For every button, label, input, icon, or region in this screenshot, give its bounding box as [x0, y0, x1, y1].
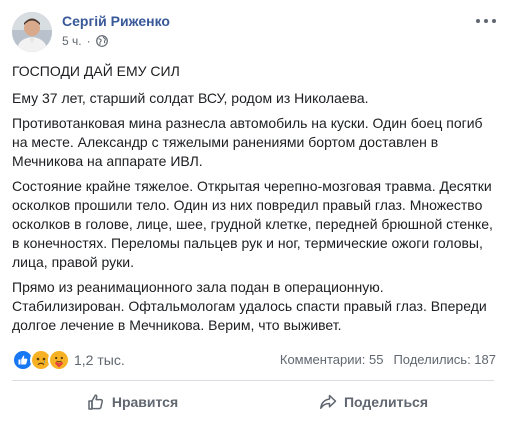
- meta-separator: ·: [86, 34, 91, 48]
- post-time[interactable]: 5 ч.: [62, 34, 82, 48]
- reactions-summary[interactable]: 1,2 тыс.: [12, 349, 125, 371]
- more-dot: [492, 19, 496, 23]
- more-dot: [484, 19, 488, 23]
- more-dot: [476, 19, 480, 23]
- post-actions: Нравится Поделиться: [12, 384, 494, 420]
- globe-icon[interactable]: [95, 35, 108, 47]
- actions-divider: [12, 380, 494, 381]
- post-paragraph: ГОСПОДИ ДАЙ ЕМУ СИЛ: [12, 63, 180, 79]
- care-reaction-icon: [48, 349, 70, 371]
- post-paragraph: Противотанковая мина разнесла автомобиль…: [12, 115, 483, 169]
- share-icon: [320, 394, 337, 409]
- like-label: Нравится: [111, 394, 179, 410]
- author-avatar[interactable]: [12, 12, 52, 52]
- like-button[interactable]: Нравится: [12, 384, 253, 420]
- share-button[interactable]: Поделиться: [253, 384, 494, 420]
- more-options-icon[interactable]: [476, 14, 496, 28]
- shares-count[interactable]: Поделились: 187: [393, 352, 496, 367]
- post-paragraph: Состояние крайне тяжелое. Открытая череп…: [12, 178, 493, 270]
- post-stats: Комментарии: 55 Поделились: 187: [280, 352, 496, 367]
- thumbs-up-icon: [88, 394, 103, 410]
- share-label: Поделиться: [343, 394, 429, 410]
- post-card: Сергій Риженко 5 ч. · ГОСПОДИ ДАЙ ЕМУ СИ…: [0, 0, 506, 428]
- reaction-count[interactable]: 1,2 тыс.: [74, 352, 125, 368]
- post-paragraph: Ему 37 лет, старший солдат ВСУ, родом из…: [12, 90, 369, 106]
- post-header: Сергій Риженко 5 ч. ·: [0, 0, 506, 58]
- comments-count[interactable]: Комментарии: 55: [280, 352, 384, 367]
- post-paragraph: Прямо из реанимационного зала подан в оп…: [12, 279, 487, 333]
- post-body: ГОСПОДИ ДАЙ ЕМУ СИЛ Ему 37 лет, старший …: [12, 62, 496, 341]
- author-name[interactable]: Сергій Риженко: [62, 13, 170, 29]
- post-meta: 5 ч. ·: [62, 34, 108, 48]
